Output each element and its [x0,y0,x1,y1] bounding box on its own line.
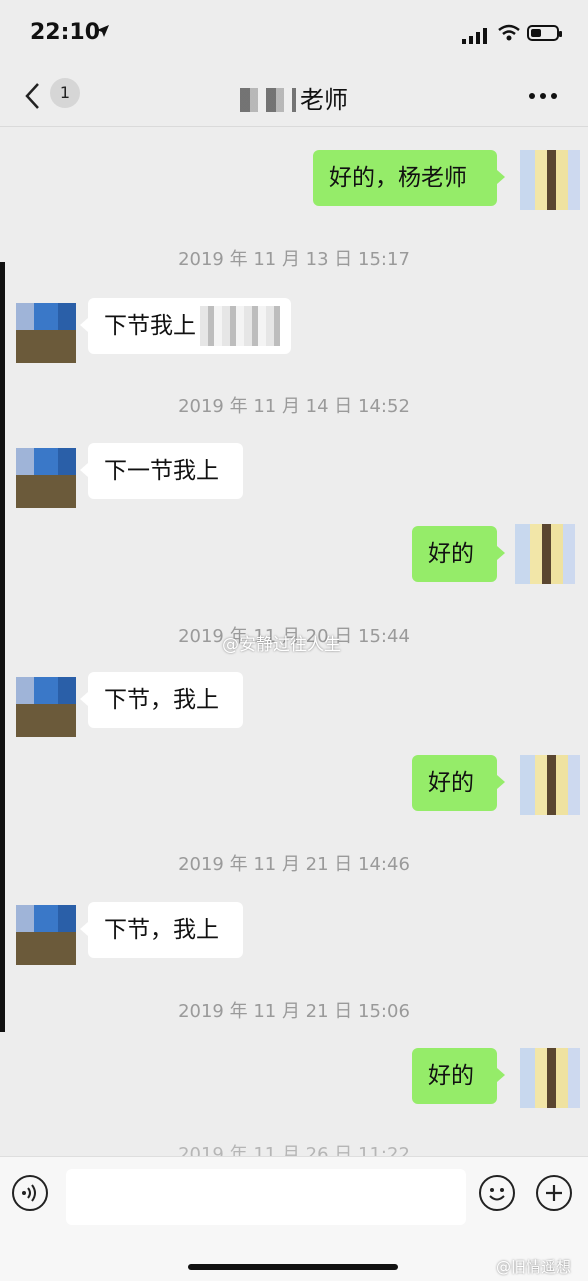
my-avatar[interactable] [520,150,580,210]
message-received[interactable]: 下一节我上 [80,443,243,499]
status-bar: 22:10 [0,0,588,64]
timestamp: 2019 年 11 月 21 日 14:46 [178,854,410,875]
contact-avatar[interactable] [16,448,76,508]
watermark-center: @安静过往人生 [222,635,341,655]
more-options-icon[interactable] [528,92,558,100]
my-avatar[interactable] [520,1048,580,1108]
wifi-icon [498,24,520,41]
message-sent[interactable]: 好的，杨老师 [313,150,505,206]
message-received[interactable]: 下节，我上 [80,902,243,958]
battery-icon [527,25,562,41]
plus-icon[interactable] [536,1175,572,1211]
contact-avatar[interactable] [16,677,76,737]
redacted-name [240,88,296,112]
message-sent[interactable]: 好的 [412,526,505,582]
cellular-signal-icon [462,28,487,44]
timestamp: 2019 年 11 月 13 日 15:17 [178,249,410,270]
message-sent[interactable]: 好的 [412,755,505,811]
chat-title: 老师 [0,80,588,115]
emoji-icon[interactable] [479,1175,515,1211]
watermark-corner: @旧情遥想 [496,1258,572,1276]
redacted-text [200,306,280,346]
status-time: 22:10 [30,20,101,45]
contact-avatar[interactable] [16,905,76,965]
contact-avatar[interactable] [16,303,76,363]
timestamp: 2019 年 11 月 14 日 14:52 [178,396,410,417]
voice-input-icon[interactable] [12,1175,48,1211]
my-avatar[interactable] [520,755,580,815]
message-received[interactable]: 下节，我上 [80,672,243,728]
home-indicator[interactable] [188,1264,398,1270]
message-text: 下节我上 [104,313,196,339]
message-sent[interactable]: 好的 [412,1048,505,1104]
chat-title-text: 老师 [300,86,348,114]
location-arrow-icon [97,25,109,37]
message-input[interactable] [66,1169,466,1225]
timestamp: 2019 年 11 月 21 日 15:06 [178,1001,410,1022]
my-avatar[interactable] [515,524,575,584]
